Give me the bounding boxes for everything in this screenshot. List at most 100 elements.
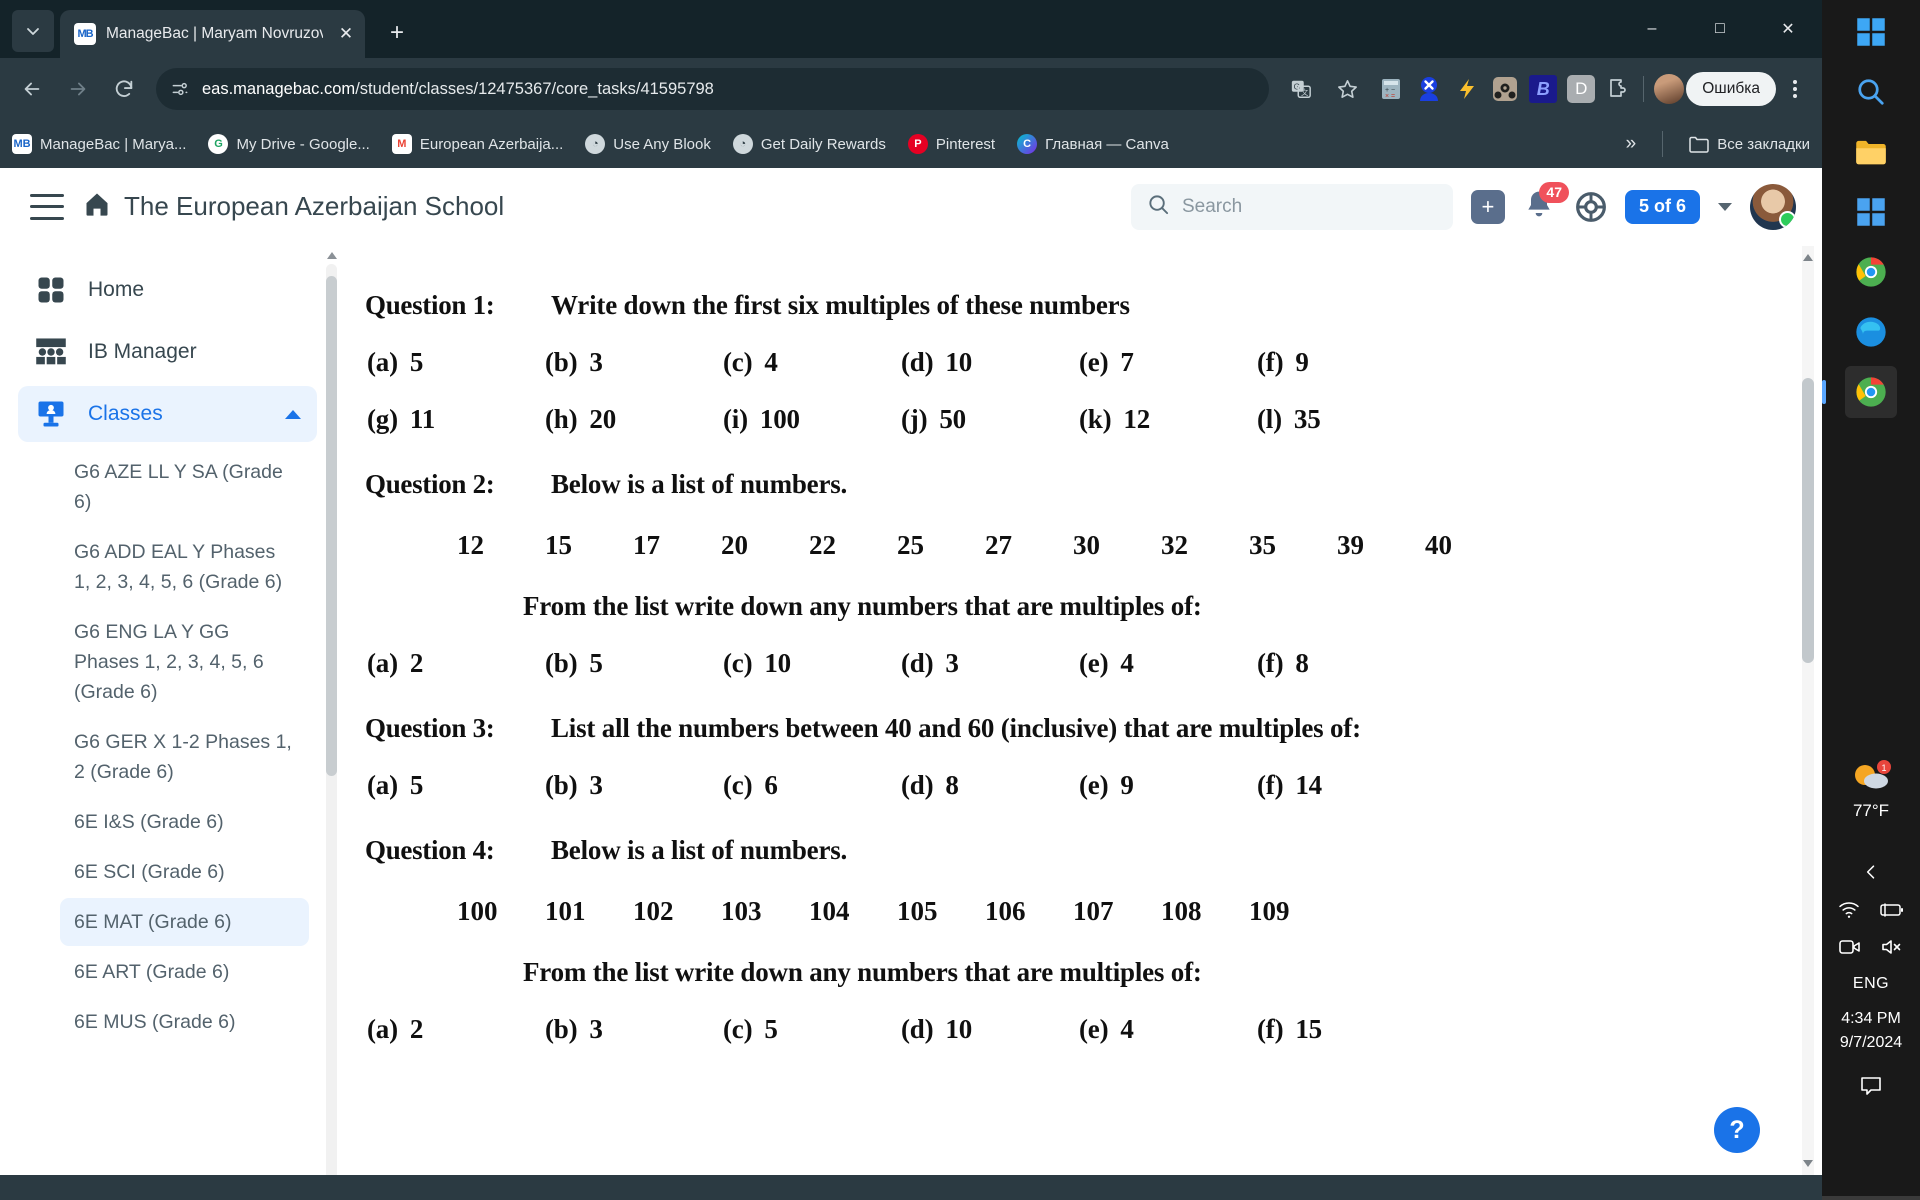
scroll-down-icon[interactable] [1803, 1160, 1813, 1167]
part-letter: (f) [1257, 770, 1284, 800]
bookmark-label: ManageBac | Marya... [40, 135, 187, 153]
bookmark-item[interactable]: M European Azerbaija... [391, 134, 563, 154]
question-part: (d) 3 [901, 648, 1079, 679]
url-path: /student/classes/12475367/core_tasks/415… [355, 79, 714, 98]
battery-charging-icon[interactable] [1878, 902, 1904, 923]
sidebar-class-item[interactable]: G6 ADD EAL Y Phases 1, 2, 3, 4, 5, 6 (Gr… [60, 528, 309, 606]
file-explorer-icon[interactable] [1845, 126, 1897, 178]
camera-icon[interactable] [1838, 938, 1862, 961]
sidebar-class-item[interactable]: G6 AZE LL Y SA (Grade 6) [60, 448, 309, 526]
bookmark-item[interactable]: MB ManageBac | Marya... [12, 134, 186, 154]
sidebar-class-item[interactable]: G6 ENG LA Y GG Phases 1, 2, 3, 4, 5, 6 (… [60, 608, 309, 716]
chevron-up-icon[interactable] [285, 409, 301, 419]
sidebar-item-label: IB Manager [88, 340, 197, 363]
page-scrollbar-thumb[interactable] [1802, 378, 1814, 663]
b-extension-icon[interactable]: B [1529, 75, 1558, 103]
error-button[interactable]: Ошибка [1686, 72, 1776, 106]
close-icon[interactable]: ✕ [333, 21, 359, 47]
kebab-menu-icon[interactable] [1778, 69, 1812, 109]
x-user-extension-icon[interactable] [1415, 75, 1443, 103]
forward-icon[interactable] [56, 67, 100, 111]
maximize-button[interactable]: □ [1686, 0, 1754, 58]
number-item: 103 [721, 896, 762, 926]
bookmark-item[interactable]: ◔ Use Any Blook [585, 134, 711, 154]
chrome-icon[interactable] [1845, 246, 1897, 298]
scroll-up-icon[interactable] [327, 252, 337, 259]
chrome-active-icon[interactable] [1822, 366, 1897, 418]
plus-icon[interactable]: + [1470, 189, 1505, 224]
lightning-extension-icon[interactable] [1453, 75, 1481, 103]
d-extension-icon[interactable]: D [1567, 75, 1596, 103]
back-icon[interactable] [10, 67, 54, 111]
term-selector[interactable]: 5 of 6 [1624, 189, 1700, 224]
volume-muted-icon[interactable] [1880, 938, 1904, 961]
screen: MB ManageBac | Maryam Novruzov ✕ + – □ ✕ [0, 0, 1920, 1200]
edge-icon[interactable] [1845, 306, 1897, 358]
search-icon[interactable] [1845, 66, 1897, 118]
part-letter: (k) [1079, 404, 1112, 434]
address-bar[interactable]: eas.managebac.com/student/classes/124753… [156, 68, 1270, 110]
puzzle-extensions-icon[interactable] [1605, 75, 1633, 103]
minimize-button[interactable]: – [1618, 0, 1686, 58]
sidebar-class-item[interactable]: 6E I&S (Grade 6) [60, 798, 309, 846]
sidebar-item-ib-manager[interactable]: IB Manager [18, 324, 317, 380]
part-value: 4 [764, 347, 778, 377]
help-button[interactable]: ? [1714, 1107, 1760, 1153]
reload-icon[interactable] [102, 67, 146, 111]
wifi-icon[interactable] [1838, 901, 1860, 924]
blooket-icon: ◔ [585, 134, 606, 154]
language-indicator[interactable]: ENG [1853, 975, 1889, 993]
calculator-extension-icon[interactable]: + − × = [1377, 75, 1405, 103]
question-parts-row: (g) 11 (h) 20 (i) 100 (j) 50 (k) 12 (l) 35 [365, 404, 1782, 435]
part-letter: (b) [545, 648, 578, 678]
sidebar-scrollbar[interactable] [326, 252, 337, 1175]
sidebar-item-classes[interactable]: Classes [18, 386, 317, 442]
weather-widget[interactable]: 1 77°F [1822, 760, 1920, 821]
chevron-down-icon[interactable] [1718, 202, 1732, 211]
bookmark-item[interactable]: P Pinterest [907, 134, 995, 154]
chat-bubble-icon[interactable] [1859, 1075, 1883, 1102]
close-window-button[interactable]: ✕ [1754, 0, 1822, 58]
school-brand[interactable]: The European Azerbaijan School [82, 190, 504, 223]
profile-avatar-icon[interactable] [1654, 74, 1685, 104]
managebac-favicon-icon: MB [12, 134, 32, 154]
avatar[interactable] [1750, 183, 1796, 230]
worksheet-inner: Question 1: Write down the first six mul… [365, 246, 1782, 1045]
sidebar-class-item[interactable]: 6E MUS (Grade 6) [60, 998, 309, 1046]
life-ring-icon[interactable] [1575, 191, 1607, 223]
microsoft-store-icon[interactable] [1845, 186, 1897, 238]
notifications-button[interactable]: 47 [1523, 181, 1569, 226]
question-part: (b) 3 [545, 1014, 723, 1045]
number-item: 104 [809, 896, 850, 926]
new-tab-button[interactable]: + [377, 13, 417, 53]
bookmarks-overflow-icon[interactable]: » [1626, 133, 1637, 155]
all-bookmarks-button[interactable]: Все закладки [1689, 134, 1810, 154]
spinner-extension-icon[interactable] [1491, 75, 1519, 103]
app-body: Home IB Manager Classes G6 AZE LL Y SA (… [0, 246, 1822, 1175]
bookmark-item[interactable]: ◔ Get Daily Rewards [732, 134, 886, 154]
sidebar-item-home[interactable]: Home [18, 262, 317, 318]
translate-icon[interactable]: G文 [1279, 67, 1323, 111]
bookmark-item[interactable]: G My Drive - Google... [208, 134, 370, 154]
start-windows-icon[interactable] [1845, 6, 1897, 58]
part-letter: (d) [901, 1014, 934, 1044]
search-input[interactable]: Search [1130, 183, 1453, 230]
browser-tab[interactable]: MB ManageBac | Maryam Novruzov ✕ [60, 10, 365, 58]
sidebar-class-item[interactable]: 6E SCI (Grade 6) [60, 848, 309, 896]
sidebar-class-item-active[interactable]: 6E MAT (Grade 6) [60, 898, 309, 946]
sidebar-class-item[interactable]: G6 GER X 1-2 Phases 1, 2 (Grade 6) [60, 718, 309, 796]
bookmark-label: Get Daily Rewards [760, 135, 886, 153]
chevron-left-icon[interactable] [1861, 862, 1881, 887]
clock[interactable]: 4:34 PM 9/7/2024 [1840, 1007, 1902, 1055]
bookmark-item[interactable]: C Главная — Canva [1017, 134, 1169, 154]
number-item: 30 [1073, 530, 1100, 560]
hamburger-menu-icon[interactable] [30, 193, 64, 220]
part-letter: (e) [1079, 1014, 1109, 1044]
tab-search-button[interactable] [12, 10, 54, 52]
scroll-up-icon[interactable] [1803, 254, 1813, 261]
star-icon[interactable] [1325, 67, 1369, 111]
question-subtext: From the list write down any numbers tha… [523, 591, 1202, 621]
sidebar-class-item[interactable]: 6E ART (Grade 6) [60, 948, 309, 996]
sidebar-scrollbar-thumb[interactable] [326, 276, 337, 776]
extensions-tray: + − × = B D [1371, 75, 1633, 103]
